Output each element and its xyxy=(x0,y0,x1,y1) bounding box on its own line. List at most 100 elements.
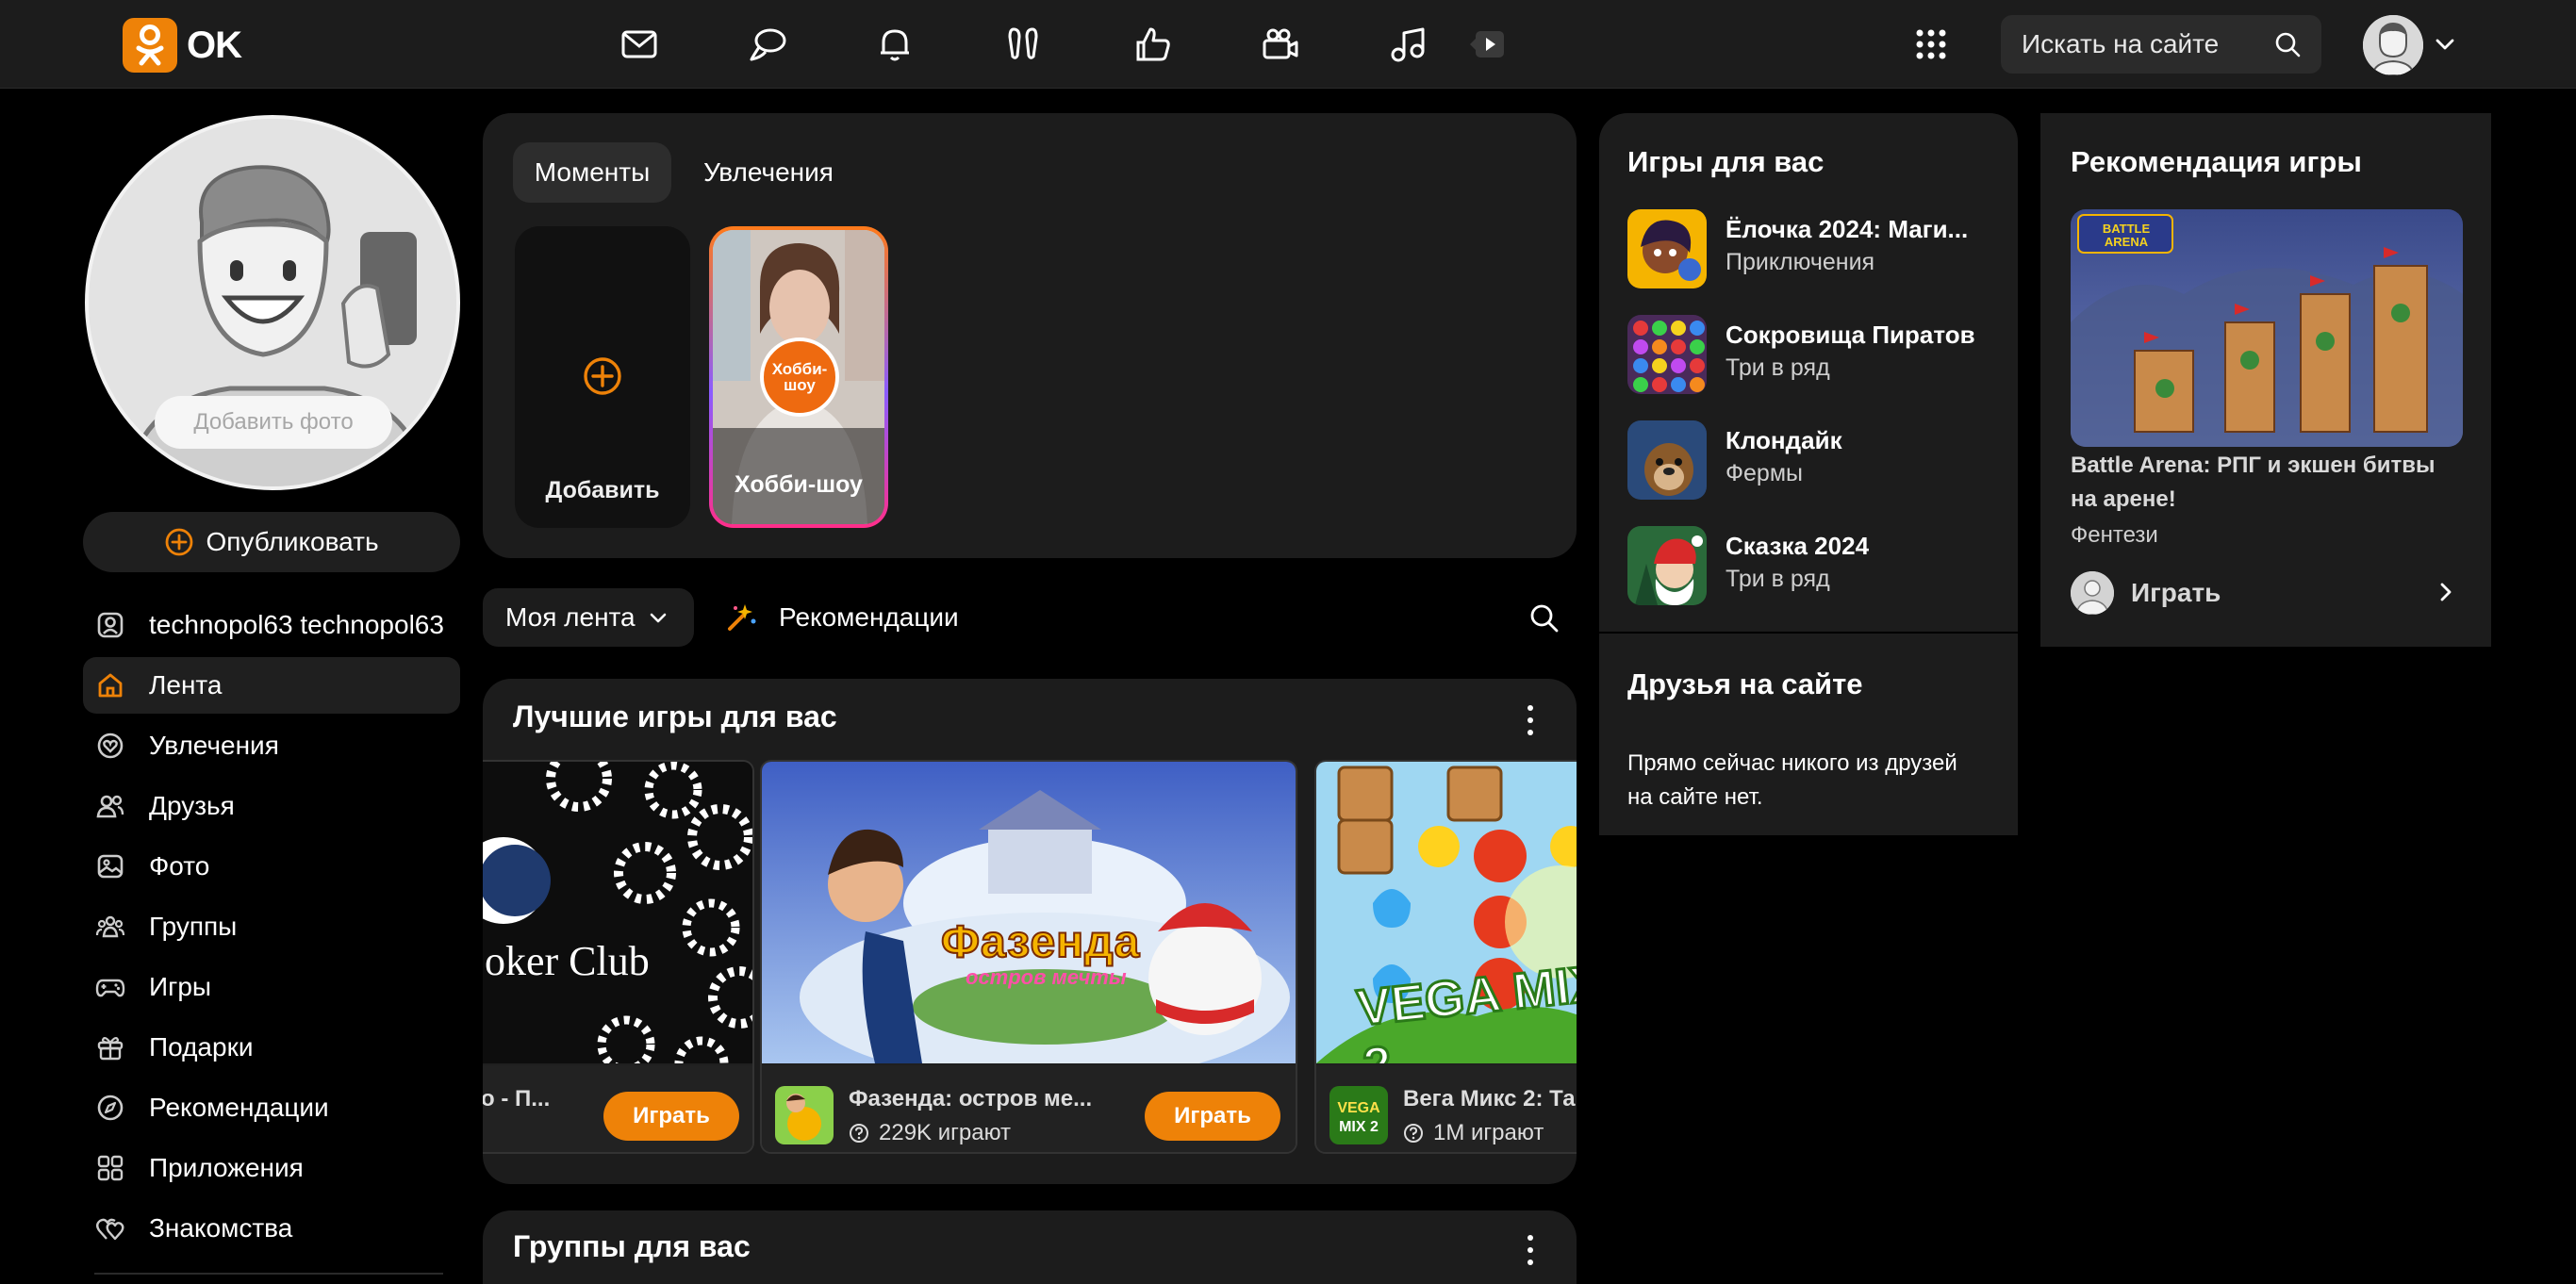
feed-search-icon[interactable] xyxy=(1527,601,1561,635)
game-name: Фазенда: остров ме... xyxy=(849,1086,1093,1111)
list-item[interactable]: Клондайк Фермы xyxy=(1627,420,1995,500)
add-moment-button[interactable]: Добавить xyxy=(515,226,690,528)
list-item[interactable]: Сказка 2024 Три в ряд xyxy=(1627,526,1995,605)
tab-hobbies[interactable]: Увлечения xyxy=(688,142,849,203)
story-label: Хобби-шоу xyxy=(735,471,863,498)
recommended-game-genre: Фентези xyxy=(2071,522,2158,548)
list-item[interactable]: Ёлочка 2024: Маги... Приключения xyxy=(1627,209,1995,288)
chevron-right-icon xyxy=(2440,583,2452,601)
gift-icon xyxy=(94,1031,126,1063)
game-thumb-klondike xyxy=(1627,420,1707,500)
play-button[interactable]: Играть xyxy=(603,1092,739,1141)
game-banner-poker: oker Club xyxy=(483,762,752,1063)
chevron-down-icon[interactable] xyxy=(2433,32,2457,57)
apps-icon xyxy=(94,1152,126,1184)
sidebar-item-label: Игры xyxy=(149,972,212,1001)
svg-text:MIX 2: MIX 2 xyxy=(1339,1119,1379,1135)
friends-online-title: Друзья на сайте xyxy=(1627,667,1863,700)
notifications-icon[interactable] xyxy=(869,19,920,70)
dating-icon xyxy=(94,1212,126,1244)
fazenda-logo-text: Фазенда xyxy=(940,916,1141,968)
apps-grid-icon[interactable] xyxy=(1906,19,1957,70)
sidebar-divider xyxy=(94,1273,443,1275)
publish-button[interactable]: Опубликовать xyxy=(83,512,460,572)
feed-selector[interactable]: Моя лента xyxy=(483,588,694,647)
sidebar-item-games[interactable]: Игры xyxy=(83,959,460,1015)
game-title: Ёлочка 2024: Маги... xyxy=(1726,215,1969,243)
sidebar-item-label: Фото xyxy=(149,851,210,881)
sidebar-item-profile[interactable]: technopol63 technopol63 xyxy=(83,597,460,653)
more-options-icon[interactable] xyxy=(1526,705,1535,735)
svg-text:VEGA: VEGA xyxy=(1337,1100,1380,1116)
groups-title: Группы для вас xyxy=(513,1229,751,1263)
add-moment-label: Добавить xyxy=(545,477,660,503)
search-icon[interactable] xyxy=(2274,31,2301,58)
video-icon[interactable] xyxy=(1255,19,1306,70)
music-icon[interactable] xyxy=(1382,19,1433,70)
sidebar-item-feed[interactable]: Лента xyxy=(83,657,460,714)
sidebar-item-photos[interactable]: Фото xyxy=(83,838,460,895)
sidebar-item-label: Приложения xyxy=(149,1153,304,1182)
game-players-count: 229K играют xyxy=(849,1120,1011,1146)
game-banner-fazenda: Фазенда остров мечты xyxy=(762,762,1296,1063)
more-options-icon[interactable] xyxy=(1526,1235,1535,1265)
play-button[interactable]: Играть xyxy=(1145,1092,1280,1141)
video-play-icon[interactable] xyxy=(1461,19,1512,70)
sidebar-item-dating[interactable]: Знакомства xyxy=(83,1200,460,1257)
discussions-icon[interactable] xyxy=(743,19,794,70)
game-footer: о - П... Играть xyxy=(483,1065,752,1152)
best-games-card: oker Club о - П... Играть Фазенда остров… xyxy=(483,679,1577,1184)
sidebar-item-gifts[interactable]: Подарки xyxy=(83,1019,460,1076)
game-players-label: 229K играют xyxy=(879,1120,1012,1145)
game-footer: VEGA MIX 2 Вега Микс 2: Та 1M играют xyxy=(1316,1065,1577,1152)
game-tile[interactable]: Фазенда остров мечты Фазенда: остров ме.… xyxy=(760,760,1297,1154)
sparkle-icon xyxy=(728,604,756,631)
chevron-down-icon xyxy=(650,613,666,623)
guests-icon[interactable] xyxy=(998,19,1049,70)
tab-moments[interactable]: Моменты xyxy=(513,142,671,203)
game-name: Вега Микс 2: Та xyxy=(1403,1086,1576,1111)
ok-logo[interactable]: OK xyxy=(123,18,242,73)
sidebar-item-friends[interactable]: Друзья xyxy=(83,778,460,834)
story-badge: Хобби-шоу xyxy=(760,337,839,417)
sidebar-item-apps[interactable]: Приложения xyxy=(83,1140,460,1196)
user-avatar[interactable] xyxy=(2363,15,2423,75)
compass-icon xyxy=(94,1092,126,1124)
messages-icon[interactable] xyxy=(614,19,665,70)
game-title: Клондайк xyxy=(1726,426,1842,454)
game-thumb-vega-mix: VEGA MIX 2 xyxy=(1329,1086,1388,1144)
add-photo-button[interactable]: Добавить фото xyxy=(155,396,392,449)
sidebar-item-recommendations[interactable]: Рекомендации xyxy=(83,1079,460,1136)
photo-icon xyxy=(94,850,126,882)
home-icon xyxy=(94,669,126,701)
game-thumb-elochka xyxy=(1627,209,1707,288)
site-search[interactable] xyxy=(2001,15,2321,74)
game-players-count: 1M играют xyxy=(1403,1120,1544,1146)
recommendations-link[interactable]: Рекомендации xyxy=(724,588,959,647)
section-divider xyxy=(1599,632,2018,634)
poker-banner-text: oker Club xyxy=(485,938,650,984)
recommended-game-title[interactable]: Battle Arena: РПГ и экшен битвы на арене… xyxy=(2071,449,2467,517)
game-tile[interactable]: VEGA MIX 2 VEGA MIX 2 Вега Микс 2: Та 1M … xyxy=(1314,760,1577,1154)
list-item[interactable]: Сокровища Пиратов Три в ряд xyxy=(1627,315,1995,394)
feed-selector-label: Моя лента xyxy=(505,602,636,632)
game-thumb-pirates xyxy=(1627,315,1707,394)
story-hobby-show[interactable]: Хобби-шоу Хобби-шоу xyxy=(709,226,888,528)
recommended-game-play[interactable]: Играть xyxy=(2071,569,2463,617)
game-thumb-skazka xyxy=(1627,526,1707,605)
sidebar-item-hobbies[interactable]: Увлечения xyxy=(83,717,460,774)
publish-label: Опубликовать xyxy=(206,527,379,556)
reactions-icon[interactable] xyxy=(1128,19,1179,70)
game-genre: Приключения xyxy=(1726,249,1875,275)
sidebar-item-label: Лента xyxy=(149,670,223,700)
game-banner-battle-arena[interactable]: BATTLE ARENA xyxy=(2071,209,2463,447)
story-thumbnail: Хобби-шоу Хобби-шоу xyxy=(713,230,884,524)
sidebar-item-label: technopol63 technopol63 xyxy=(149,610,444,639)
game-tile[interactable]: oker Club о - П... Играть xyxy=(483,760,754,1154)
search-input[interactable] xyxy=(2022,28,2267,60)
gamepad-icon xyxy=(94,971,126,1003)
sidebar-item-label: Подарки xyxy=(149,1032,254,1062)
game-title: Сказка 2024 xyxy=(1726,532,1870,560)
sidebar-item-groups[interactable]: Группы xyxy=(83,898,460,955)
friends-icon xyxy=(94,790,126,822)
